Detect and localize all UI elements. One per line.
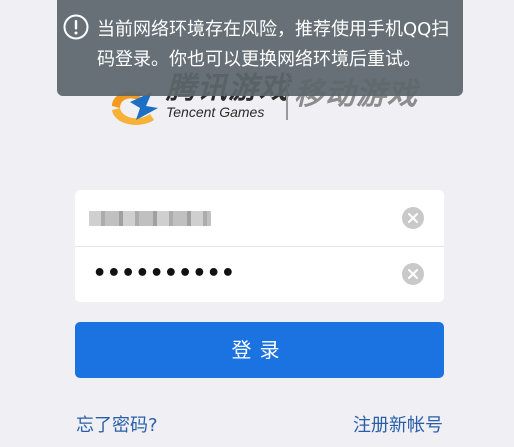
login-button[interactable]: 登录 [75, 322, 444, 378]
exclamation-circle-icon [63, 14, 89, 40]
register-account-link[interactable]: 注册新帐号 [353, 414, 443, 438]
clear-account-icon[interactable] [402, 207, 424, 229]
risk-warning-toast: 当前网络环境存在风险，推荐使用手机QQ扫码登录。你也可以更换网络环境后重试。 [57, 0, 463, 96]
risk-warning-message: 当前网络环境存在风险，推荐使用手机QQ扫码登录。你也可以更换网络环境后重试。 [97, 19, 450, 70]
logo-tencent-en-text: Tencent Games [166, 104, 265, 120]
account-field[interactable] [75, 190, 444, 246]
account-value-redacted [89, 211, 211, 226]
clear-password-icon[interactable] [402, 263, 424, 285]
password-value: •••••••••• [93, 261, 236, 286]
forgot-password-link[interactable]: 忘了密码? [76, 414, 158, 438]
login-form: •••••••••• [75, 190, 444, 302]
password-field[interactable]: •••••••••• [75, 246, 444, 302]
